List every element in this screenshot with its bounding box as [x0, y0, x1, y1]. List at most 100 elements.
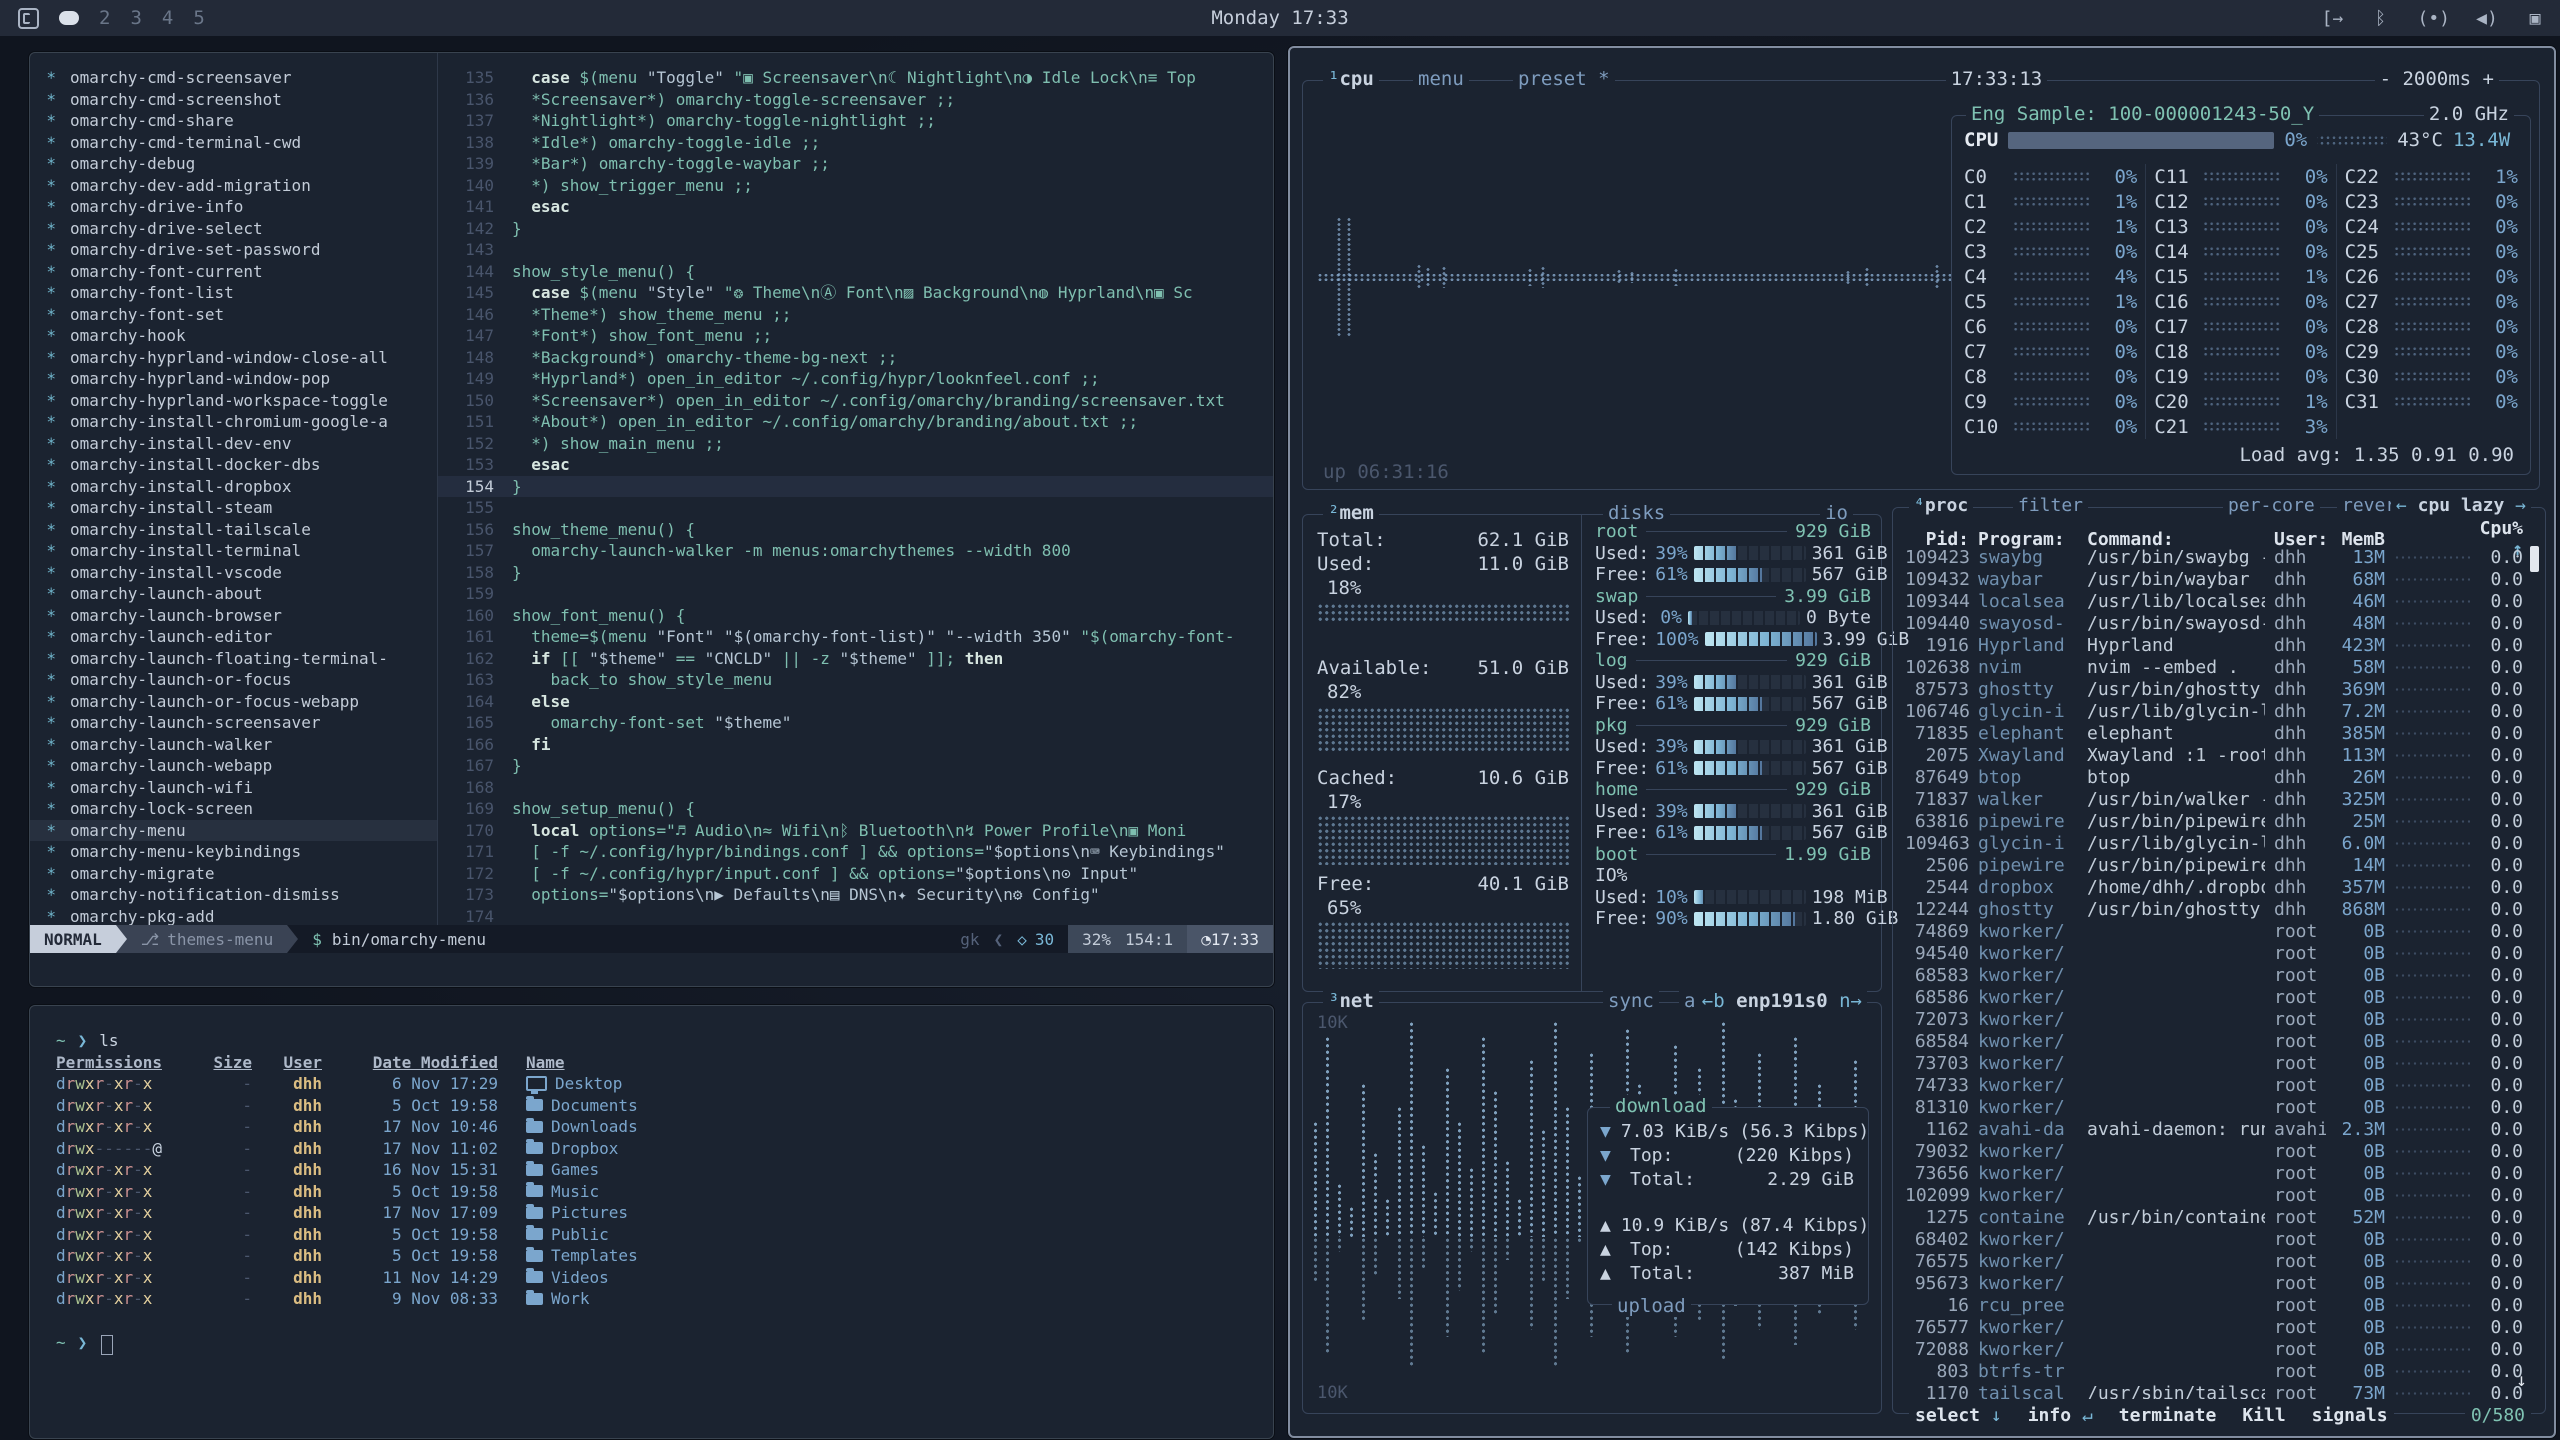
process-row[interactable]: 73656 kworker/ root 0B 0.0 [1905, 1162, 2523, 1184]
tray-icon[interactable]: ◀) [2476, 8, 2498, 29]
file-item[interactable]: * omarchy-launch-walker [30, 734, 437, 756]
file-item[interactable]: * omarchy-launch-browser [30, 605, 437, 627]
file-item[interactable]: * omarchy-install-tailscale [30, 519, 437, 541]
info-action[interactable]: info ↵ [2028, 1405, 2093, 1426]
file-item[interactable]: * omarchy-install-dev-env [30, 433, 437, 455]
clock[interactable]: Monday 17:33 [1211, 7, 1348, 29]
file-item[interactable]: * omarchy-cmd-screensaver [30, 67, 437, 89]
file-item[interactable]: * omarchy-pkg-add [30, 906, 437, 926]
file-item[interactable]: * omarchy-launch-floating-terminal- [30, 648, 437, 670]
tray-icon[interactable]: ᛒ [2369, 8, 2391, 29]
terminate-action[interactable]: terminate [2119, 1405, 2217, 1426]
net-tab[interactable]: ³net [1323, 990, 1379, 1012]
file-list-pane[interactable]: * omarchy-cmd-screensaver * omarchy-cmd-… [30, 53, 438, 925]
file-item[interactable]: * omarchy-migrate [30, 863, 437, 885]
net-sync-toggle[interactable]: sync [1603, 990, 1659, 1012]
file-item[interactable]: * omarchy-cmd-screenshot [30, 89, 437, 111]
file-item[interactable]: * omarchy-cmd-terminal-cwd [30, 132, 437, 154]
process-list[interactable]: 109423 swaybg /usr/bin/swaybg -i /hom dh… [1905, 546, 2523, 1399]
process-row[interactable]: 71837 walker /usr/bin/walker --gappl dhh… [1905, 788, 2523, 810]
tray-icon[interactable]: (•) [2417, 8, 2450, 29]
kill-action[interactable]: Kill [2242, 1405, 2285, 1426]
file-item[interactable]: * omarchy-notification-dismiss [30, 884, 437, 906]
process-row[interactable]: 2075 Xwayland Xwayland :1 -rootless - dh… [1905, 744, 2523, 766]
code-pane[interactable]: 135 case $(menu "Toggle" "▣ Screensaver\… [438, 53, 1273, 925]
process-row[interactable]: 87573 ghostty /usr/bin/ghostty --gtk- dh… [1905, 678, 2523, 700]
file-item[interactable]: * omarchy-cmd-share [30, 110, 437, 132]
process-row[interactable]: 12244 ghostty /usr/bin/ghostty --gtk- dh… [1905, 898, 2523, 920]
menu-button[interactable]: menu [1413, 68, 1469, 90]
file-item[interactable]: * omarchy-launch-wifi [30, 777, 437, 799]
process-row[interactable]: 109423 swaybg /usr/bin/swaybg -i /hom dh… [1905, 546, 2523, 568]
process-row[interactable]: 102638 nvim nvim --embed . dhh 58M 0.0 [1905, 656, 2523, 678]
process-row[interactable]: 95673 kworker/ root 0B 0.0 [1905, 1272, 2523, 1294]
file-item[interactable]: * omarchy-install-docker-dbs [30, 454, 437, 476]
process-row[interactable]: 68583 kworker/ root 0B 0.0 [1905, 964, 2523, 986]
process-row[interactable]: 68402 kworker/ root 0B 0.0 [1905, 1228, 2523, 1250]
vim-command-line[interactable] [30, 953, 1273, 986]
file-item[interactable]: * omarchy-font-set [30, 304, 437, 326]
workspace-button[interactable]: 2 [99, 7, 110, 29]
file-item[interactable]: * omarchy-install-steam [30, 497, 437, 519]
process-row[interactable]: 71835 elephant elephant dhh 385M 0.0 [1905, 722, 2523, 744]
process-row[interactable]: 74733 kworker/ root 0B 0.0 [1905, 1074, 2523, 1096]
proc-tab[interactable]: ⁴proc [1909, 495, 1973, 516]
process-row[interactable]: 81310 kworker/ root 0B 0.0 [1905, 1096, 2523, 1118]
cpu-tab[interactable]: ¹cpu [1323, 68, 1379, 90]
process-row[interactable]: 74869 kworker/ root 0B 0.0 [1905, 920, 2523, 942]
process-row[interactable]: 94540 kworker/ root 0B 0.0 [1905, 942, 2523, 964]
file-item[interactable]: * omarchy-menu-keybindings [30, 841, 437, 863]
file-item[interactable]: * omarchy-drive-select [30, 218, 437, 240]
process-row[interactable]: 109344 localsea /usr/lib/localsearch-ex … [1905, 590, 2523, 612]
file-item[interactable]: * omarchy-dev-add-migration [30, 175, 437, 197]
file-item[interactable]: * omarchy-lock-screen [30, 798, 437, 820]
file-item[interactable]: * omarchy-font-list [30, 282, 437, 304]
tray-icon[interactable]: ▣ [2524, 8, 2546, 29]
file-item[interactable]: * omarchy-hyprland-window-pop [30, 368, 437, 390]
process-row[interactable]: 79032 kworker/ root 0B 0.0 [1905, 1140, 2523, 1162]
process-row[interactable]: 2506 pipewire /usr/bin/pipewire-pulse dh… [1905, 854, 2523, 876]
active-app-icon[interactable] [18, 8, 39, 29]
file-item[interactable]: * omarchy-debug [30, 153, 437, 175]
process-row[interactable]: 73703 kworker/ root 0B 0.0 [1905, 1052, 2523, 1074]
process-row[interactable]: 2544 dropbox /home/dhh/.dropbox-dist dhh… [1905, 876, 2523, 898]
process-row[interactable]: 76575 kworker/ root 0B 0.0 [1905, 1250, 2523, 1272]
process-row[interactable]: 76577 kworker/ root 0B 0.0 [1905, 1316, 2523, 1338]
file-item[interactable]: * omarchy-install-terminal [30, 540, 437, 562]
process-row[interactable]: 72088 kworker/ root 0B 0.0 [1905, 1338, 2523, 1360]
process-row[interactable]: 68584 kworker/ root 0B 0.0 [1905, 1030, 2523, 1052]
process-row[interactable]: 803 btrfs-tr root 0B 0.0 [1905, 1360, 2523, 1382]
file-item[interactable]: * omarchy-launch-or-focus-webapp [30, 691, 437, 713]
process-row[interactable]: 87649 btop btop dhh 26M 0.0 [1905, 766, 2523, 788]
file-item[interactable]: * omarchy-launch-about [30, 583, 437, 605]
filter-button[interactable]: filter [2013, 495, 2088, 516]
file-item[interactable]: * omarchy-hook [30, 325, 437, 347]
workspace-button[interactable]: 3 [130, 7, 141, 29]
process-row[interactable]: 1916 Hyprland Hyprland dhh 423M 0.0 [1905, 634, 2523, 656]
sort-selector[interactable]: ← cpu lazy → [2391, 495, 2531, 516]
file-item[interactable]: * omarchy-menu [30, 820, 437, 842]
file-item[interactable]: * omarchy-install-dropbox [30, 476, 437, 498]
process-row[interactable]: 1162 avahi-da avahi-daemon: running [ av… [1905, 1118, 2523, 1140]
proc-scrollbar[interactable] [2530, 546, 2539, 1397]
file-item[interactable]: * omarchy-drive-info [30, 196, 437, 218]
file-item[interactable]: * omarchy-hyprland-workspace-toggle [30, 390, 437, 412]
file-item[interactable]: * omarchy-launch-webapp [30, 755, 437, 777]
process-row[interactable]: 109463 glycin-i /usr/lib/glycin-loaders … [1905, 832, 2523, 854]
process-row[interactable]: 109432 waybar /usr/bin/waybar dhh 68M 0.… [1905, 568, 2523, 590]
file-item[interactable]: * omarchy-hyprland-window-close-all [30, 347, 437, 369]
process-row[interactable]: 102099 kworker/ root 0B 0.0 [1905, 1184, 2523, 1206]
per-core-toggle[interactable]: per-core [2223, 495, 2320, 516]
preset-button[interactable]: preset * [1513, 68, 1615, 90]
process-row[interactable]: 1275 containe /usr/bin/containerd root 5… [1905, 1206, 2523, 1228]
file-item[interactable]: * omarchy-launch-editor [30, 626, 437, 648]
file-item[interactable]: * omarchy-drive-set-password [30, 239, 437, 261]
process-row[interactable]: 1170 tailscal /usr/sbin/tailscaled -- ro… [1905, 1382, 2523, 1399]
process-row[interactable]: 109440 swayosd- /usr/bin/swayosd-server … [1905, 612, 2523, 634]
proc-scrollbar-thumb[interactable] [2530, 546, 2539, 572]
process-row[interactable]: 72073 kworker/ root 0B 0.0 [1905, 1008, 2523, 1030]
process-row[interactable]: 106746 glycin-i /usr/lib/glycin-loaders … [1905, 700, 2523, 722]
net-interface-switcher[interactable]: ←b enp191s0 n→ [1697, 990, 1867, 1012]
file-item[interactable]: * omarchy-launch-or-focus [30, 669, 437, 691]
terminal-body[interactable]: ~❯ls Permissions Size User Date Modified… [30, 1006, 1273, 1353]
